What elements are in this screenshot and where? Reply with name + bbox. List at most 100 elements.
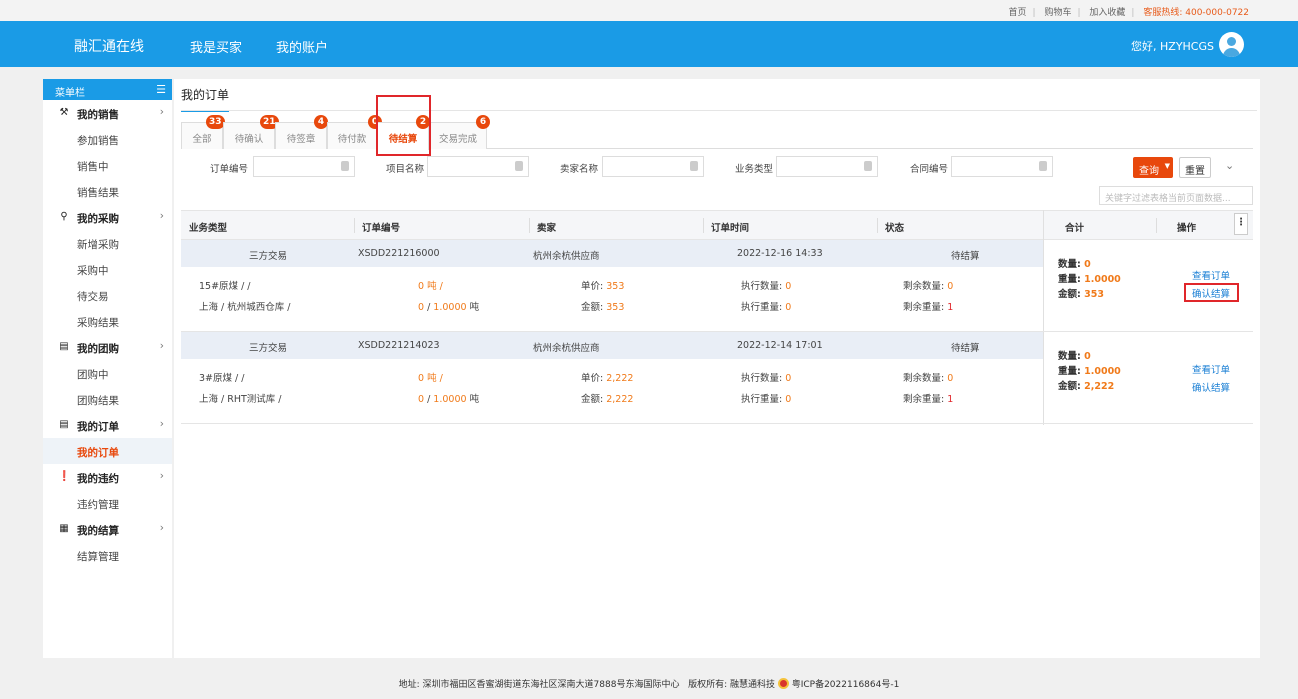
column-settings-icon[interactable]: ⋮ (1234, 213, 1248, 235)
footer-icp[interactable]: 粤ICP备2022116864号-1 (792, 680, 900, 690)
sidebar-item-groupbuying[interactable]: 团购中 (43, 360, 172, 386)
view-order-link[interactable]: 查看订单 (1187, 268, 1235, 282)
main-panel: 我的订单 33 全部 21 待确认 4 待签章 0 待付款 2 待结算 6 交易… (174, 79, 1260, 658)
quantity: 0 吨 / (418, 281, 443, 292)
status-badge: 待结算 (951, 251, 980, 262)
project-input[interactable] (427, 156, 529, 177)
group-icon: ▤ (59, 341, 69, 352)
sidebar-item-groupbuy-results[interactable]: 团购结果 (43, 386, 172, 412)
unit-price: 单价: 353 (581, 281, 625, 292)
query-button[interactable]: 查询 ▼ (1133, 157, 1173, 178)
caret-down-icon[interactable]: ▼ (1165, 162, 1170, 170)
col-header: 业务类型 (189, 223, 228, 234)
divider (703, 218, 704, 233)
sidebar-group-orders[interactable]: ▤ 我的订单 › (43, 412, 172, 438)
sidebar-item-join-sale[interactable]: 参加销售 (43, 126, 172, 152)
divider (529, 218, 530, 233)
nav-buyer[interactable]: 我是买家 (190, 37, 242, 56)
order-no-input[interactable] (253, 156, 355, 177)
order-number[interactable]: XSDD221216000 (358, 248, 440, 259)
query-label: 查询 (1139, 166, 1159, 177)
product-name: 15#原煤 / / (199, 281, 251, 292)
search-icon: ⚲ (60, 211, 68, 222)
sidebar-group-label: 我的违约 (77, 473, 119, 485)
contract-input[interactable] (951, 156, 1053, 177)
page-title: 我的订单 (181, 86, 230, 112)
biz-type-input[interactable] (776, 156, 878, 177)
gavel-icon: ⚒ (59, 107, 69, 118)
tab-all[interactable]: 33 全部 (181, 115, 225, 149)
sidebar-item-default-mgmt[interactable]: 违约管理 (43, 490, 172, 516)
site-logo[interactable]: 融汇通在线 (74, 36, 144, 56)
sidebar-group-groupbuy[interactable]: ▤ 我的团购 › (43, 334, 172, 360)
col-header: 状态 (885, 223, 905, 234)
sidebar-header: 菜单栏 ☰ (43, 79, 172, 100)
contract-label: 合同编号 (910, 164, 949, 175)
favorite-link[interactable]: 加入收藏 (1089, 8, 1125, 18)
clear-icon[interactable] (515, 161, 523, 171)
police-badge-icon (777, 678, 789, 689)
view-order-link[interactable]: 查看订单 (1187, 362, 1235, 376)
exec-weight: 执行重量: 0 (741, 302, 792, 313)
menu-toggle-icon[interactable]: ☰ (156, 83, 166, 96)
sidebar-group-label: 我的销售 (77, 109, 119, 121)
calculator-icon: ▦ (59, 523, 69, 534)
sidebar-group-settlement[interactable]: ▦ 我的结算 › (43, 516, 172, 542)
location: 上海 / 杭州城西仓库 / (199, 302, 291, 313)
nav-account[interactable]: 我的账户 (276, 37, 328, 56)
seller-input[interactable] (602, 156, 704, 177)
biz-type: 三方交易 (249, 343, 288, 354)
sidebar-item-pending-trade[interactable]: 待交易 (43, 282, 172, 308)
tab-count-badge: 4 (314, 115, 328, 129)
tab-label: 待签章 (286, 134, 316, 145)
home-link[interactable]: 首页 (1009, 8, 1027, 18)
sidebar-group-sales[interactable]: ⚒ 我的销售 › (43, 100, 172, 126)
sidebar: 菜单栏 ☰ ⚒ 我的销售 › 参加销售 销售中 销售结果 ⚲ 我的采购 › 新增… (43, 79, 172, 658)
amount: 金额: 2,222 (581, 394, 634, 405)
sidebar-item-sale-results[interactable]: 销售结果 (43, 178, 172, 204)
avatar[interactable] (1219, 32, 1244, 57)
tab-completed[interactable]: 6 交易完成 (429, 115, 490, 149)
clear-icon[interactable] (341, 161, 349, 171)
sidebar-group-label: 我的结算 (77, 525, 119, 537)
order-time: 2022-12-16 14:33 (737, 248, 823, 259)
sidebar-item-purchase-results[interactable]: 采购结果 (43, 308, 172, 334)
tab-pending-confirm[interactable]: 21 待确认 (223, 115, 279, 149)
top-utility-bar: 首页 | 购物车 | 加入收藏 | 客服热线: 400-000-0722 (0, 0, 1298, 21)
cart-link[interactable]: 购物车 (1044, 8, 1071, 18)
expand-chevron-icon[interactable]: ⌄ (1225, 159, 1234, 172)
sidebar-item-settlement-mgmt[interactable]: 结算管理 (43, 542, 172, 568)
col-header: 操作 (1177, 223, 1197, 234)
table-header: 业务类型 订单编号 卖家 订单时间 状态 合计 操作 (181, 210, 1253, 240)
order-number[interactable]: XSDD221214023 (358, 340, 440, 351)
sidebar-group-defaults[interactable]: ❗ 我的违约 › (43, 464, 172, 490)
clear-icon[interactable] (864, 161, 872, 171)
sidebar-item-new-purchase[interactable]: 新增采购 (43, 230, 172, 256)
main-header: 融汇通在线 我是买家 我的账户 您好, HZYHCGS (0, 21, 1298, 67)
clear-icon[interactable] (690, 161, 698, 171)
table-row: 三方交易 XSDD221216000 杭州余杭供应商 2022-12-16 14… (181, 240, 1253, 332)
weight: 0 / 1.0000 吨 (418, 394, 480, 405)
user-greeting: 您好, HZYHCGS (1131, 40, 1214, 53)
order-no-label: 订单编号 (210, 164, 249, 175)
document-icon: ▤ (59, 419, 69, 430)
tab-pending-payment[interactable]: 0 待付款 (327, 115, 382, 149)
sidebar-item-purchasing[interactable]: 采购中 (43, 256, 172, 282)
sidebar-item-my-orders[interactable]: 我的订单 (43, 438, 172, 464)
sidebar-group-purchase[interactable]: ⚲ 我的采购 › (43, 204, 172, 230)
confirm-settlement-link[interactable]: 确认结算 (1187, 380, 1235, 394)
reset-button[interactable]: 重置 (1179, 157, 1211, 178)
chevron-right-icon: › (159, 418, 164, 430)
keyword-filter-input[interactable]: 关键字过滤表格当前页面数据... (1099, 186, 1253, 205)
tab-pending-sign[interactable]: 4 待签章 (275, 115, 328, 149)
sidebar-item-selling[interactable]: 销售中 (43, 152, 172, 178)
exec-qty: 执行数量: 0 (741, 373, 792, 384)
chevron-right-icon: › (159, 210, 164, 222)
col-header: 卖家 (537, 223, 557, 234)
tab-label: 全部 (192, 134, 212, 145)
divider (354, 218, 355, 233)
order-time: 2022-12-14 17:01 (737, 340, 823, 351)
order-summary-row (181, 240, 1043, 267)
clear-icon[interactable] (1039, 161, 1047, 171)
remain-qty: 剩余数量: 0 (903, 281, 954, 292)
